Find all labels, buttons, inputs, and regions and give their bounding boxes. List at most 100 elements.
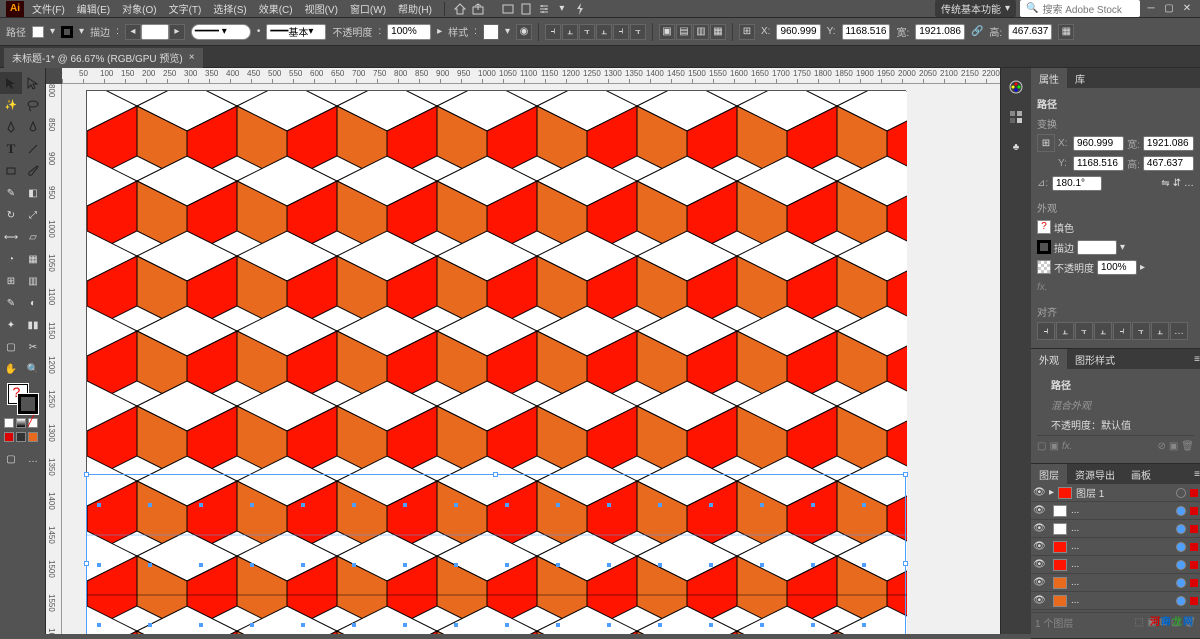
stroke-swatch-prop[interactable] (1037, 240, 1051, 254)
selection-tool[interactable] (0, 72, 22, 94)
menu-object[interactable]: 对象(O) (118, 1, 160, 16)
artboard-tool[interactable]: ▢ (0, 336, 22, 358)
opacity-swatch-prop[interactable] (1037, 260, 1051, 274)
layer-row[interactable]: 👁... (1031, 502, 1200, 520)
layer-row[interactable]: 👁... (1031, 520, 1200, 538)
fx-label[interactable]: fx. (1037, 282, 1048, 293)
appearance-opacity-row[interactable]: 不透明度：默认值 (1037, 415, 1194, 433)
menu-type[interactable]: 文字(T) (165, 1, 206, 16)
workspace-switcher[interactable]: 传统基本功能▾ (935, 0, 1016, 17)
pf-minus[interactable]: ▤ (676, 24, 692, 40)
color-mode-mini[interactable]: ╱ (0, 418, 45, 428)
layer-row[interactable]: 👁... (1031, 592, 1200, 610)
transform-anchor[interactable]: ⊞ (739, 24, 755, 40)
anchor-ref[interactable]: ⊞ (1037, 134, 1055, 152)
add-stroke-icon[interactable]: ▢ (1037, 441, 1046, 452)
bolt-icon[interactable] (573, 2, 587, 16)
align-t[interactable]: ⫠ (1094, 322, 1112, 340)
align-bottom[interactable]: ⫟ (630, 24, 646, 40)
prop-h[interactable]: 467.637 (1143, 156, 1194, 171)
menu-help[interactable]: 帮助(H) (394, 1, 436, 16)
minimize-icon[interactable]: ─ (1144, 2, 1158, 16)
prop-w[interactable]: 1921.086 (1143, 136, 1194, 151)
shape-builder-tool[interactable]: ◔ (0, 248, 22, 270)
slice-tool[interactable]: ✂ (22, 336, 44, 358)
hand-tool[interactable]: ✋ (0, 358, 22, 380)
zoom-tool[interactable]: 🔍 (22, 358, 44, 380)
gradient-tool[interactable]: ▥ (22, 270, 44, 292)
graphic-styles-tab[interactable]: 图形样式 (1067, 349, 1123, 369)
layers-menu-icon[interactable]: ≡ (1194, 469, 1200, 480)
align-r[interactable]: ⫟ (1075, 322, 1093, 340)
target-icon[interactable] (1176, 560, 1186, 570)
add-fx-icon[interactable]: fx. (1062, 441, 1073, 452)
symbols-panel-icon[interactable]: ♣ (1005, 136, 1027, 158)
rectangle-tool[interactable] (0, 160, 22, 182)
arrange-icon[interactable]: ▾ (555, 2, 569, 16)
eyedropper-tool[interactable]: ✎ (0, 292, 22, 314)
flip-v-icon[interactable]: ⇵ (1173, 178, 1181, 189)
menu-file[interactable]: 文件(F) (28, 1, 69, 16)
screen-mode[interactable]: ▢ (0, 448, 22, 470)
fill-stroke-swatch[interactable]: ? (8, 384, 38, 414)
document-tab[interactable]: 未标题-1* @ 66.67% (RGB/GPU 预览) × (4, 48, 203, 68)
brush-def[interactable]: ━━━ 基本 ▾ (266, 24, 326, 40)
x-field[interactable]: 960.999 (776, 24, 820, 40)
layer-row[interactable]: 👁... (1031, 556, 1200, 574)
visibility-icon[interactable]: 👁 (1033, 559, 1045, 570)
free-transform-tool[interactable]: ▱ (22, 226, 44, 248)
align-c[interactable]: ⫠ (1056, 322, 1074, 340)
target-icon[interactable] (1176, 524, 1186, 534)
target-icon[interactable] (1176, 578, 1186, 588)
brush-tool[interactable] (22, 160, 44, 182)
add-fill-icon[interactable]: ▣ (1049, 441, 1058, 452)
stroke-dec[interactable]: ◂ (125, 24, 141, 40)
symbol-sprayer-tool[interactable]: ✦ (0, 314, 22, 336)
stroke-w-prop[interactable] (1077, 240, 1117, 255)
blend-tool[interactable]: ◐ (22, 292, 44, 314)
artboards-tab[interactable]: 画板 (1123, 464, 1159, 484)
close-tab-icon[interactable]: × (189, 52, 195, 63)
visibility-icon[interactable]: 👁 (1033, 577, 1045, 588)
h-field[interactable]: 467.637 (1008, 24, 1052, 40)
dist-h[interactable]: ⫠ (1151, 322, 1169, 340)
magic-wand-tool[interactable]: ✨ (0, 94, 22, 116)
rotate-tool[interactable]: ↻ (0, 204, 22, 226)
target-icon[interactable] (1176, 542, 1186, 552)
search-field[interactable]: 🔍 搜索 Adobe Stock (1020, 0, 1140, 17)
layers-tab[interactable]: 图层 (1031, 464, 1067, 484)
layer-row[interactable]: 👁▸图层 1 (1031, 484, 1200, 502)
opacity-prop[interactable]: 100% (1097, 260, 1137, 275)
draw-mode-mini[interactable] (0, 432, 45, 442)
target-icon[interactable] (1176, 596, 1186, 606)
line-tool[interactable] (22, 138, 44, 160)
type-tool[interactable]: T (0, 138, 22, 160)
lasso-tool[interactable] (22, 94, 44, 116)
edit-tools[interactable]: … (22, 448, 44, 470)
visibility-icon[interactable]: 👁 (1033, 487, 1045, 498)
pen-tool[interactable] (0, 116, 22, 138)
clear-icon[interactable]: ⊘ (1157, 441, 1165, 452)
fill-swatch-prop[interactable]: ? (1037, 220, 1051, 234)
selection-bounds[interactable] (86, 474, 906, 634)
align-left[interactable]: ⫞ (545, 24, 561, 40)
swatches-panel-icon[interactable] (1005, 106, 1027, 128)
y-field[interactable]: 1168.516 (842, 24, 891, 40)
prop-angle[interactable]: 180.1° (1052, 176, 1102, 191)
share-icon[interactable] (471, 2, 485, 16)
perspective-tool[interactable]: ▦ (22, 248, 44, 270)
layer-row[interactable]: 👁... (1031, 538, 1200, 556)
stroke-width-field[interactable] (141, 24, 169, 40)
width-tool[interactable]: ⟷ (0, 226, 22, 248)
appearance-tab[interactable]: 外观 (1031, 349, 1067, 369)
opacity-field[interactable]: 100% (387, 24, 431, 40)
align-more[interactable]: … (1170, 322, 1188, 340)
menu-edit[interactable]: 编辑(E) (73, 1, 114, 16)
shaper-tool[interactable]: ✎ (0, 182, 22, 204)
more-options-icon[interactable]: … (1184, 178, 1194, 189)
appearance-panel-icon[interactable]: ◉ (516, 24, 532, 40)
stroke-inc[interactable]: ▸ (169, 24, 185, 40)
del-icon[interactable]: 🗑 (1181, 441, 1194, 452)
align-m[interactable]: ⫞ (1113, 322, 1131, 340)
asset-export-tab[interactable]: 资源导出 (1067, 464, 1123, 484)
